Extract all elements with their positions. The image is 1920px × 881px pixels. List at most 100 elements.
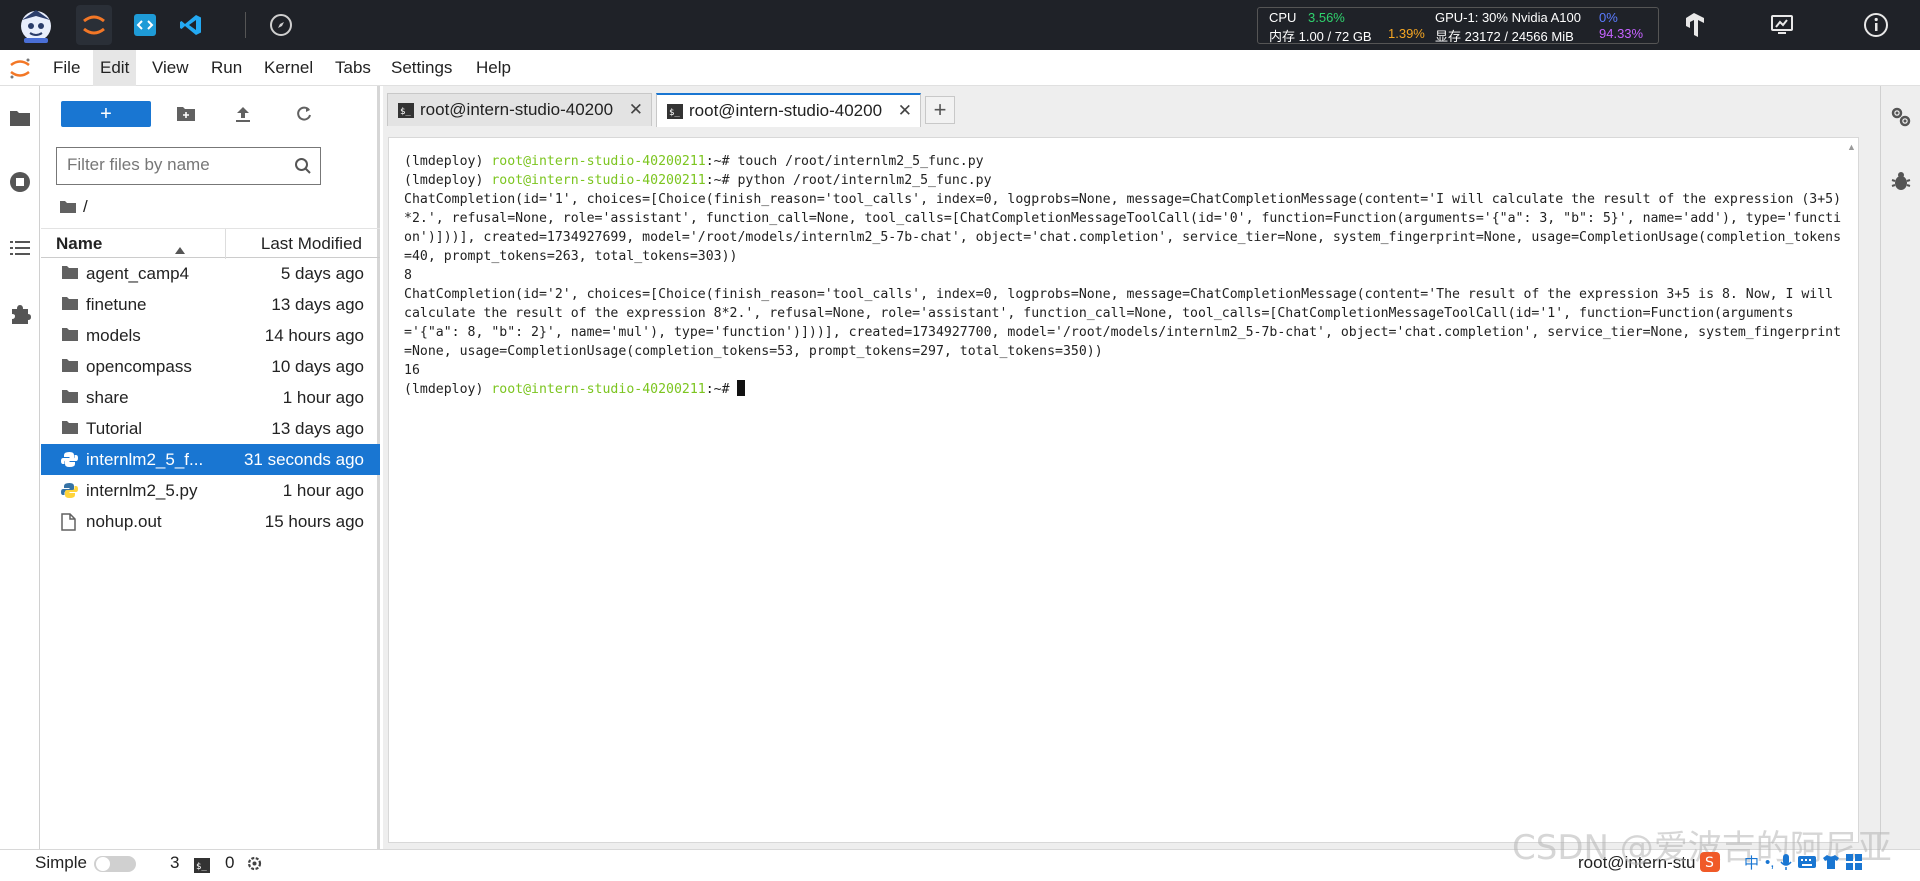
table-of-contents-icon[interactable] [5,233,35,263]
terminal-line: (lmdeploy) root@intern-studio-40200211:~… [404,171,1844,190]
menu-tabs[interactable]: Tabs [328,50,378,86]
refresh-icon[interactable] [292,102,316,126]
file-list-item[interactable]: share 1 hour ago [41,382,380,413]
code-editor-icon[interactable] [130,5,160,45]
breadcrumb-root[interactable]: / [83,197,88,217]
menu-kernel[interactable]: Kernel [257,50,320,86]
menu-bar: File Edit View Run Kernel Tabs Settings … [0,50,1920,86]
tab-close-button[interactable]: ✕ [629,94,643,126]
jupyter-app-icon[interactable] [76,5,112,45]
terminal-icon: $_ [398,103,414,123]
left-sidebar-tabs [0,86,40,849]
terminal-output-text: ChatCompletion(id='2', choices=[Choice(f… [404,287,1842,359]
file-list-item[interactable]: finetune 13 days ago [41,289,380,320]
file-modified: 13 days ago [271,295,364,314]
info-icon[interactable] [1861,10,1891,40]
toolbox-grid-icon[interactable] [1846,854,1863,870]
file-modified: 1 hour ago [282,388,364,407]
file-list-item[interactable]: Tutorial 13 days ago [41,413,380,444]
sort-ascending-icon[interactable] [175,239,185,259]
python-file-icon [61,482,79,499]
vram-label: 显存 23172 / 24566 MiB [1435,29,1574,44]
file-list-item[interactable]: opencompass 10 days ago [41,351,380,382]
file-filter-field[interactable] [56,147,321,185]
file-list: agent_camp4 5 days ago finetune 13 days ago… [41,258,380,537]
file-list-item[interactable]: agent_camp4 5 days ago [41,258,380,289]
terminal-line: (lmdeploy) root@intern-studio-40200211:~… [404,152,1844,171]
menu-settings[interactable]: Settings [384,50,459,86]
intern-studio-logo-icon[interactable] [14,5,58,45]
file-browser-folder-icon[interactable] [5,103,35,133]
file-list-item[interactable]: models 14 hours ago [41,320,380,351]
prompt-command: :~# python /root/internlm2_5_func.py [705,173,992,188]
vscode-icon[interactable] [176,5,206,45]
debugger-bug-icon[interactable] [1886,166,1916,196]
terminal-line: ChatCompletion(id='2', choices=[Choice(f… [404,285,1844,361]
upload-icon[interactable] [231,102,255,126]
file-name: share [86,388,129,407]
terminal-output-text: 8 [404,268,412,283]
punctuation-icon[interactable]: •, [1765,854,1774,871]
menu-edit[interactable]: Edit [93,50,137,86]
compass-icon[interactable] [266,5,296,45]
file-name: Tutorial [86,419,143,438]
memory-value: 1.39% [1388,26,1425,41]
file-list-item[interactable]: internlm2_5_f... 31 seconds ago [41,444,380,475]
new-folder-icon[interactable] [174,102,198,126]
terminal-text: (lmdeploy) root@intern-studio-40200211:~… [404,152,1844,399]
extension-manager-icon[interactable] [5,299,35,329]
file-list-item[interactable]: internlm2_5.py 1 hour ago [41,475,380,506]
file-browser-panel: + / Name Last Modified agent_camp4 5 days… [41,86,380,849]
terminal-scrollbar[interactable]: ▲ [1844,138,1858,842]
svg-text:$_: $_ [400,107,411,117]
keyboard-icon[interactable] [1798,855,1817,869]
scroll-up-arrow-icon[interactable]: ▲ [1847,142,1856,152]
system-tray: S 中 •, [1700,849,1920,875]
skin-shirt-icon[interactable] [1822,854,1840,870]
microphone-icon[interactable] [1780,853,1793,871]
menu-view[interactable]: View [145,50,196,86]
kernel-gear-icon[interactable] [246,854,263,880]
breadcrumb[interactable]: / [59,196,88,218]
prompt-env: (lmdeploy) [404,173,492,188]
sogou-ime-icon[interactable]: S [1700,850,1738,874]
property-inspector-gears-icon[interactable] [1886,102,1916,132]
file-name: internlm2_5.py [86,481,198,500]
vram-value: 94.33% [1599,26,1644,41]
terminal-line: 16 [404,361,1844,380]
running-sessions-icon[interactable] [5,167,35,197]
right-sidebar-tabs [1880,86,1920,849]
jupyter-logo-icon [8,56,32,85]
tab-terminal-2[interactable]: $_ root@intern-studio-40200 ✕ [656,93,921,127]
file-modified: 15 hours ago [264,512,364,531]
file-name: models [86,326,141,345]
tab-close-button[interactable]: ✕ [898,95,912,127]
file-modified: 13 days ago [271,419,364,438]
file-name: nohup.out [86,512,162,531]
file-name: agent_camp4 [86,264,190,283]
tensorflow-icon[interactable] [1679,10,1709,40]
terminal-status-icon[interactable]: $_ [194,855,210,881]
menu-run[interactable]: Run [204,50,249,86]
terminal-count[interactable]: 3 [170,850,179,876]
terminal-output[interactable]: (lmdeploy) root@intern-studio-40200211:~… [388,137,1859,843]
name-column-header[interactable]: Name [56,229,226,259]
file-list-item[interactable]: nohup.out 15 hours ago [41,506,380,537]
folder-icon [61,296,79,313]
monitor-icon[interactable] [1767,10,1797,40]
file-modified: 10 days ago [271,357,364,376]
simple-mode-toggle[interactable] [94,856,136,872]
menu-help[interactable]: Help [469,50,518,86]
prompt-command: :~# [705,382,738,397]
cpu-label: CPU [1269,10,1297,25]
last-modified-column-header[interactable]: Last Modified [261,229,362,259]
kernel-count[interactable]: 0 [225,850,234,876]
tab-terminal-1[interactable]: $_ root@intern-studio-40200 ✕ [387,93,652,126]
new-launcher-button[interactable]: + [61,101,151,127]
breadcrumb-folder-icon [59,200,77,214]
chinese-input-icon[interactable]: 中 [1744,852,1759,873]
add-tab-button[interactable]: + [925,96,955,124]
toolbar-divider [245,12,246,38]
file-filter-input[interactable] [67,148,292,182]
menu-file[interactable]: File [46,50,87,86]
